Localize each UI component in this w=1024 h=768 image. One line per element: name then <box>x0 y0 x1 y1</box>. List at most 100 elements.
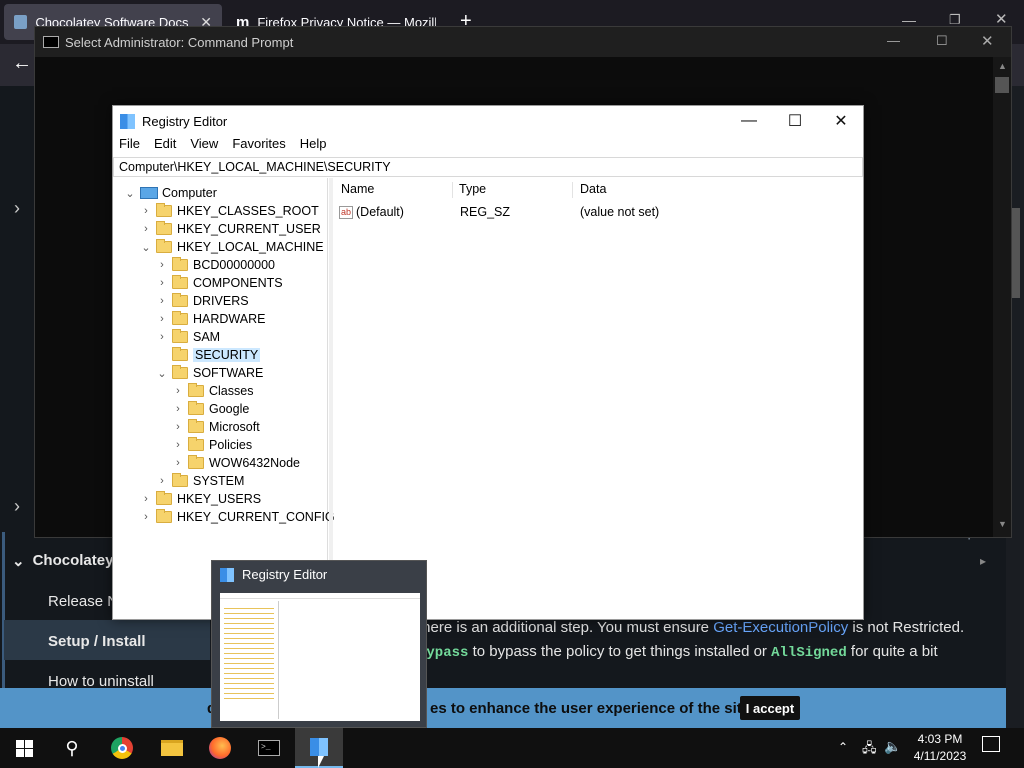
tree-node[interactable]: › Microsoft <box>171 418 260 436</box>
tree-node[interactable]: › Classes <box>171 382 253 400</box>
chrome-icon[interactable] <box>98 728 146 768</box>
tree-node[interactable]: › COMPONENTS <box>155 274 283 292</box>
chevron-right-icon[interactable]: › <box>171 421 185 433</box>
maximize-icon[interactable]: ☐ <box>936 33 948 49</box>
tree-node-label: HKEY_CURRENT_USER <box>177 222 321 236</box>
value-row[interactable]: ab (Default) <box>339 205 404 219</box>
tree-node[interactable]: › Google <box>171 400 249 418</box>
minimize-icon[interactable]: — <box>887 33 900 48</box>
chevron-right-icon[interactable]: › <box>171 385 185 397</box>
tree-node[interactable]: › HKEY_CURRENT_USER <box>139 220 321 238</box>
chevron-right-icon[interactable]: › <box>139 511 153 523</box>
menu-file[interactable]: File <box>119 136 140 156</box>
registry-tree[interactable]: ⌄ Computer › HKEY_CLASSES_ROOT › HKEY_CURRENT… <box>113 178 335 620</box>
maximize-icon[interactable]: ☐ <box>772 106 818 136</box>
close-icon[interactable]: ✕ <box>981 32 994 50</box>
chevron-right-icon[interactable]: › <box>155 313 169 325</box>
folder-icon <box>156 491 172 505</box>
chevron-right-icon[interactable]: › <box>155 331 169 343</box>
column-header-data[interactable]: Data <box>580 182 860 198</box>
chevron-right-icon[interactable]: › <box>139 205 153 217</box>
chevron-right-icon[interactable]: › <box>171 457 185 469</box>
cmd-titlebar[interactable]: Select Administrator: Command Prompt — ☐… <box>35 27 1011 57</box>
chevron-right-icon[interactable]: › <box>139 493 153 505</box>
tree-node[interactable]: SECURITY <box>155 346 261 364</box>
menu-help[interactable]: Help <box>300 136 327 156</box>
address-bar[interactable]: Computer\HKEY_LOCAL_MACHINE\SECURITY <box>113 157 863 177</box>
folder-icon <box>172 473 188 487</box>
execution-policy-link[interactable]: Get-ExecutionPolicy <box>713 619 848 636</box>
menu-view[interactable]: View <box>190 136 218 156</box>
network-icon[interactable]: 🖧 <box>862 739 877 761</box>
taskbar-thumbnail-preview[interactable]: Registry Editor <box>211 560 427 728</box>
tree-node[interactable]: › BCD00000000 <box>155 256 275 274</box>
back-arrow-icon[interactable]: ← <box>12 52 32 75</box>
tree-node[interactable]: › WOW6432Node <box>171 454 300 472</box>
column-header-type[interactable]: Type <box>459 182 573 198</box>
regedit-icon <box>120 113 135 129</box>
text: there is an additional step. You must en… <box>418 619 714 636</box>
minimize-icon[interactable]: — <box>726 106 772 136</box>
chevron-right-icon[interactable]: › <box>155 295 169 307</box>
regedit-titlebar[interactable]: Registry Editor — ☐ ✕ <box>113 106 863 136</box>
chevron-right-icon[interactable]: › <box>171 403 185 415</box>
tree-node[interactable]: › SYSTEM <box>155 472 244 490</box>
tree-node[interactable]: › HKEY_CLASSES_ROOT <box>139 202 319 220</box>
tree-node[interactable]: ⌄ HKEY_LOCAL_MACHINE <box>139 238 324 256</box>
thumbnail-titlebar: Registry Editor <box>220 567 327 582</box>
chevron-up-icon[interactable]: ⌃ <box>838 740 848 754</box>
chevron-right-icon[interactable]: › <box>139 223 153 235</box>
scrollbar-thumb[interactable] <box>995 77 1009 93</box>
folder-icon <box>172 347 188 361</box>
scroll-up-icon[interactable]: ▲ <box>998 61 1007 71</box>
tree-node[interactable]: › HKEY_USERS <box>139 490 261 508</box>
tree-node[interactable]: › HKEY_CURRENT_CONFIG <box>139 508 335 526</box>
text: to bypass the policy to get things insta… <box>468 643 772 660</box>
column-header-name[interactable]: Name <box>341 182 453 198</box>
search-icon[interactable]: ⚲ <box>48 728 96 768</box>
cmd-scrollbar[interactable]: ▲ ▼ <box>993 57 1011 537</box>
chevron-down-icon[interactable]: ⌄ <box>155 367 169 380</box>
registry-editor-window[interactable]: Registry Editor — ☐ ✕ File Edit View Fav… <box>112 105 864 620</box>
chevron-right-icon[interactable]: › <box>155 277 169 289</box>
clock-time: 4:03 PM <box>917 732 963 746</box>
chevron-right-icon[interactable]: › <box>171 439 185 451</box>
chevron-right-icon[interactable]: › <box>155 475 169 487</box>
action-center-icon[interactable] <box>982 736 1000 752</box>
folder-icon <box>172 329 188 343</box>
chevron-down-icon[interactable]: ⌄ <box>123 187 137 200</box>
values-list[interactable]: Name Type Data ab (Default) REG_SZ (valu… <box>333 178 863 620</box>
folder-icon <box>156 221 172 235</box>
menu-favorites[interactable]: Favorites <box>232 136 285 156</box>
chevron-right-icon[interactable]: › <box>14 496 20 517</box>
value-type: REG_SZ <box>460 205 511 219</box>
tree-node-label: SAM <box>193 330 221 344</box>
thumbnail-tree <box>224 605 274 701</box>
folder-icon <box>172 365 188 379</box>
taskbar-clock[interactable]: 4:03 PM 4/11/2023 <box>902 731 978 765</box>
tree-node[interactable]: › Policies <box>171 436 252 454</box>
windows-start-icon[interactable] <box>0 728 48 768</box>
sidebar-item-release-notes[interactable]: Release N <box>48 593 118 610</box>
tree-node[interactable]: › DRIVERS <box>155 292 249 310</box>
cookie-text: es to enhance the user experience of the… <box>430 700 755 717</box>
tree-node[interactable]: › HARDWARE <box>155 310 265 328</box>
scroll-right-icon[interactable]: ▸ <box>980 554 986 568</box>
tree-node[interactable]: ⌄ Computer <box>123 184 217 202</box>
scroll-down-icon[interactable]: ▼ <box>998 519 1007 529</box>
close-icon[interactable]: ✕ <box>818 106 864 136</box>
tree-node[interactable]: ⌄ SOFTWARE <box>155 364 263 382</box>
sidebar-section-chocolatey[interactable]: ⌄ Chocolatey <box>12 552 113 570</box>
chevron-right-icon[interactable]: › <box>155 259 169 271</box>
command-prompt-icon[interactable]: >_ <box>245 728 293 768</box>
tree-node[interactable]: › SAM <box>155 328 220 346</box>
chevron-right-icon[interactable]: › <box>14 198 20 219</box>
sidebar-item-setup-install[interactable]: Setup / Install <box>48 633 146 650</box>
firefox-icon[interactable] <box>196 728 244 768</box>
chevron-down-icon[interactable]: ⌄ <box>139 241 153 254</box>
volume-icon[interactable]: 🔈 <box>884 738 901 755</box>
accept-cookies-button[interactable]: I accept <box>740 696 800 720</box>
menu-edit[interactable]: Edit <box>154 136 176 156</box>
file-explorer-icon[interactable] <box>148 728 196 768</box>
text: for quite a bit <box>846 643 938 660</box>
